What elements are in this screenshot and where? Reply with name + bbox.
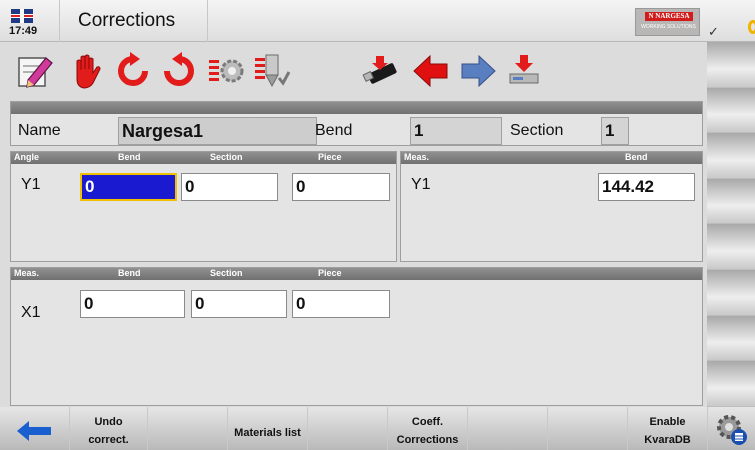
meas-y-bend-input[interactable]: 144.42 bbox=[598, 173, 695, 201]
refresh-left-icon[interactable] bbox=[114, 52, 152, 90]
coeff-corrections-button[interactable]: Coeff. Corrections bbox=[388, 407, 468, 450]
blank-button[interactable] bbox=[548, 407, 628, 450]
side-button[interactable] bbox=[707, 269, 755, 316]
header-meas: Meas. bbox=[404, 152, 430, 162]
section-field[interactable]: 1 bbox=[601, 117, 629, 145]
meas-y-panel: Meas. Bend Y1 144.42 bbox=[400, 151, 703, 262]
meas-x-panel: Meas. Bend Section Piece X1 0 0 0 bbox=[10, 267, 703, 406]
header-angle: Angle bbox=[14, 152, 40, 162]
enable-line1: Enable bbox=[649, 416, 686, 428]
meas-x-piece-input[interactable]: 0 bbox=[292, 290, 390, 318]
bend-label: Bend bbox=[315, 122, 353, 139]
bottom-bar: Undo correct. Materials list Coeff. Corr… bbox=[0, 407, 755, 450]
side-button[interactable] bbox=[707, 42, 755, 88]
side-button[interactable] bbox=[707, 178, 755, 225]
enable-kvaradb-button[interactable]: Enable KvaraDB bbox=[628, 407, 708, 450]
name-label: Name bbox=[18, 122, 61, 139]
side-button[interactable] bbox=[707, 224, 755, 270]
forward-arrow-icon[interactable] bbox=[459, 52, 497, 90]
nargesa-logo: N NARGESA WORKING SOLUTIONS bbox=[635, 8, 700, 36]
blank-button[interactable] bbox=[308, 407, 388, 450]
refresh-right-icon[interactable] bbox=[160, 52, 198, 90]
language-selector[interactable]: 17:49 bbox=[0, 0, 60, 42]
name-field[interactable]: Nargesa1 bbox=[118, 117, 317, 145]
info-panel-header bbox=[11, 102, 702, 114]
import-icon[interactable] bbox=[505, 52, 543, 90]
header-section: Section bbox=[210, 152, 243, 162]
coeff-line1: Coeff. bbox=[411, 416, 444, 428]
status-check-icon: ✓ bbox=[708, 24, 719, 39]
undo-line1: Undo bbox=[94, 416, 123, 428]
header-piece: Piece bbox=[318, 268, 342, 278]
header-bend: Bend bbox=[118, 152, 141, 162]
header-piece: Piece bbox=[318, 152, 342, 162]
usb-drive-icon[interactable] bbox=[362, 52, 400, 90]
angle-section-input[interactable]: 0 bbox=[181, 173, 278, 201]
back-button[interactable] bbox=[0, 407, 70, 450]
header-bend: Bend bbox=[625, 152, 648, 162]
angle-panel: Angle Bend Section Piece Y1 0 0 0 bbox=[10, 151, 397, 262]
edit-pencil-icon[interactable] bbox=[16, 52, 54, 90]
status-ring-icon bbox=[748, 20, 755, 34]
angle-piece-input[interactable]: 0 bbox=[292, 173, 390, 201]
stop-hand-icon[interactable] bbox=[68, 52, 106, 90]
y1-label: Y1 bbox=[21, 176, 41, 193]
undo-correct-button[interactable]: Undo correct. bbox=[70, 407, 148, 450]
header-bend: Bend bbox=[118, 268, 141, 278]
x1-label: X1 bbox=[21, 304, 41, 321]
meas-x-section-input[interactable]: 0 bbox=[191, 290, 287, 318]
uk-flag-icon[interactable] bbox=[11, 9, 33, 23]
toolbar bbox=[0, 43, 707, 101]
settings-button[interactable] bbox=[708, 407, 755, 450]
meas-x-header: Meas. Bend Section Piece bbox=[11, 268, 702, 280]
materials-label: Materials list bbox=[234, 427, 301, 439]
materials-list-button[interactable]: Materials list bbox=[228, 407, 308, 450]
header-meas: Meas. bbox=[14, 268, 40, 278]
tooling-icon[interactable] bbox=[253, 52, 291, 90]
coeff-line2: Corrections bbox=[396, 434, 459, 446]
meas-x-bend-input[interactable]: 0 bbox=[80, 290, 185, 318]
side-button[interactable] bbox=[707, 87, 755, 134]
page-title: Corrections bbox=[78, 10, 176, 31]
info-panel: Name Nargesa1 Bend 1 Section 1 bbox=[10, 101, 703, 146]
corrections-screen: 17:49 Corrections N NARGESA WORKING SOLU… bbox=[0, 0, 755, 450]
blank-button[interactable] bbox=[148, 407, 228, 450]
enable-line2: KvaraDB bbox=[644, 434, 691, 446]
header-section: Section bbox=[210, 268, 243, 278]
clock: 17:49 bbox=[9, 25, 38, 37]
title-bar: 17:49 Corrections N NARGESA WORKING SOLU… bbox=[0, 0, 755, 42]
side-button-strip bbox=[707, 42, 755, 407]
meas-y-header: Meas. Bend bbox=[401, 152, 702, 164]
back-arrow-icon bbox=[16, 421, 51, 441]
angle-panel-header: Angle Bend Section Piece bbox=[11, 152, 396, 164]
gear-database-icon bbox=[716, 415, 747, 445]
title-divider bbox=[207, 0, 208, 42]
side-button[interactable] bbox=[707, 361, 755, 407]
logo-brand: N NARGESA bbox=[645, 12, 693, 21]
y1-label: Y1 bbox=[411, 176, 431, 193]
back-arrow-icon[interactable] bbox=[412, 52, 450, 90]
blank-button[interactable] bbox=[468, 407, 548, 450]
side-button[interactable] bbox=[707, 133, 755, 179]
bend-field[interactable]: 1 bbox=[410, 117, 502, 145]
logo-tagline: WORKING SOLUTIONS bbox=[641, 24, 696, 30]
settings-list-icon[interactable] bbox=[207, 52, 245, 90]
side-button[interactable] bbox=[707, 315, 755, 362]
undo-line2: correct. bbox=[88, 434, 129, 446]
angle-bend-input[interactable]: 0 bbox=[80, 173, 177, 201]
section-label: Section bbox=[510, 122, 564, 139]
